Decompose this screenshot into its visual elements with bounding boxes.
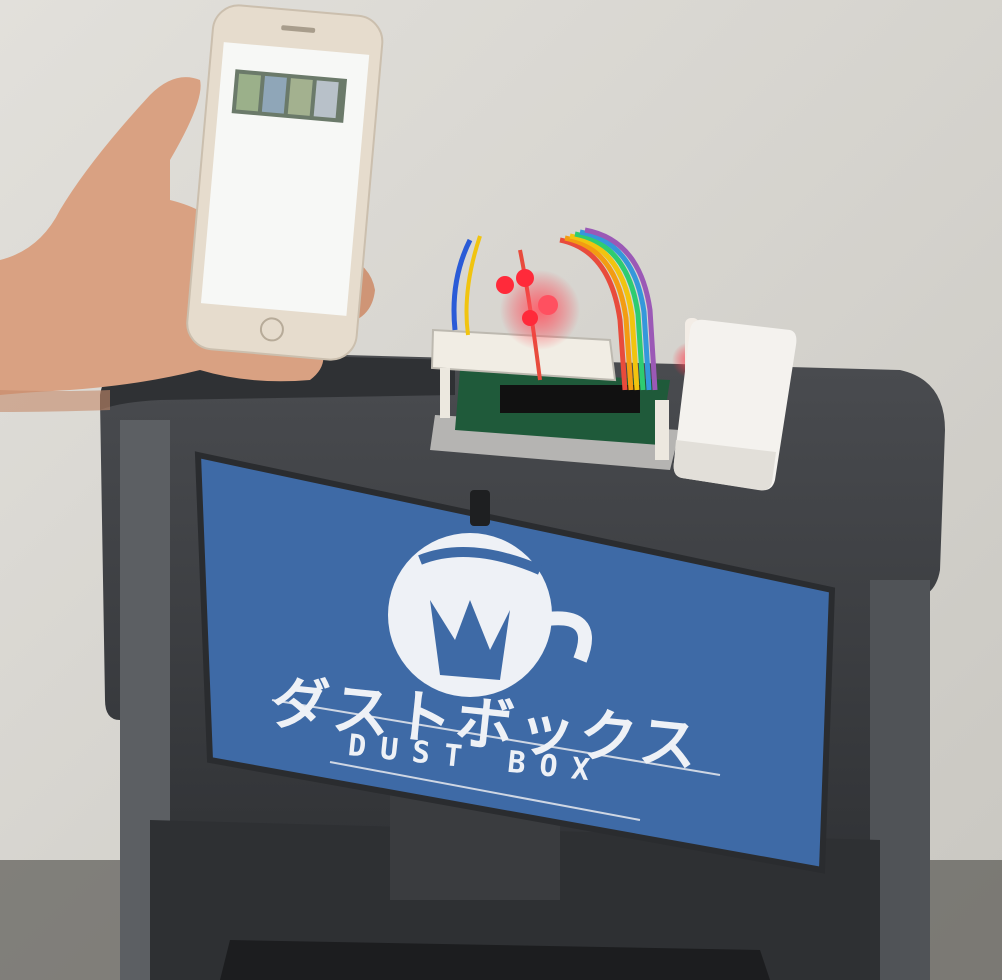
led-red-1 [496,276,514,294]
lid-lock [470,490,490,526]
led-red-3 [538,295,558,315]
smartphone [186,4,384,361]
photo-scene [0,0,1002,980]
led-red-2 [516,269,534,287]
led-red-4 [522,310,538,326]
